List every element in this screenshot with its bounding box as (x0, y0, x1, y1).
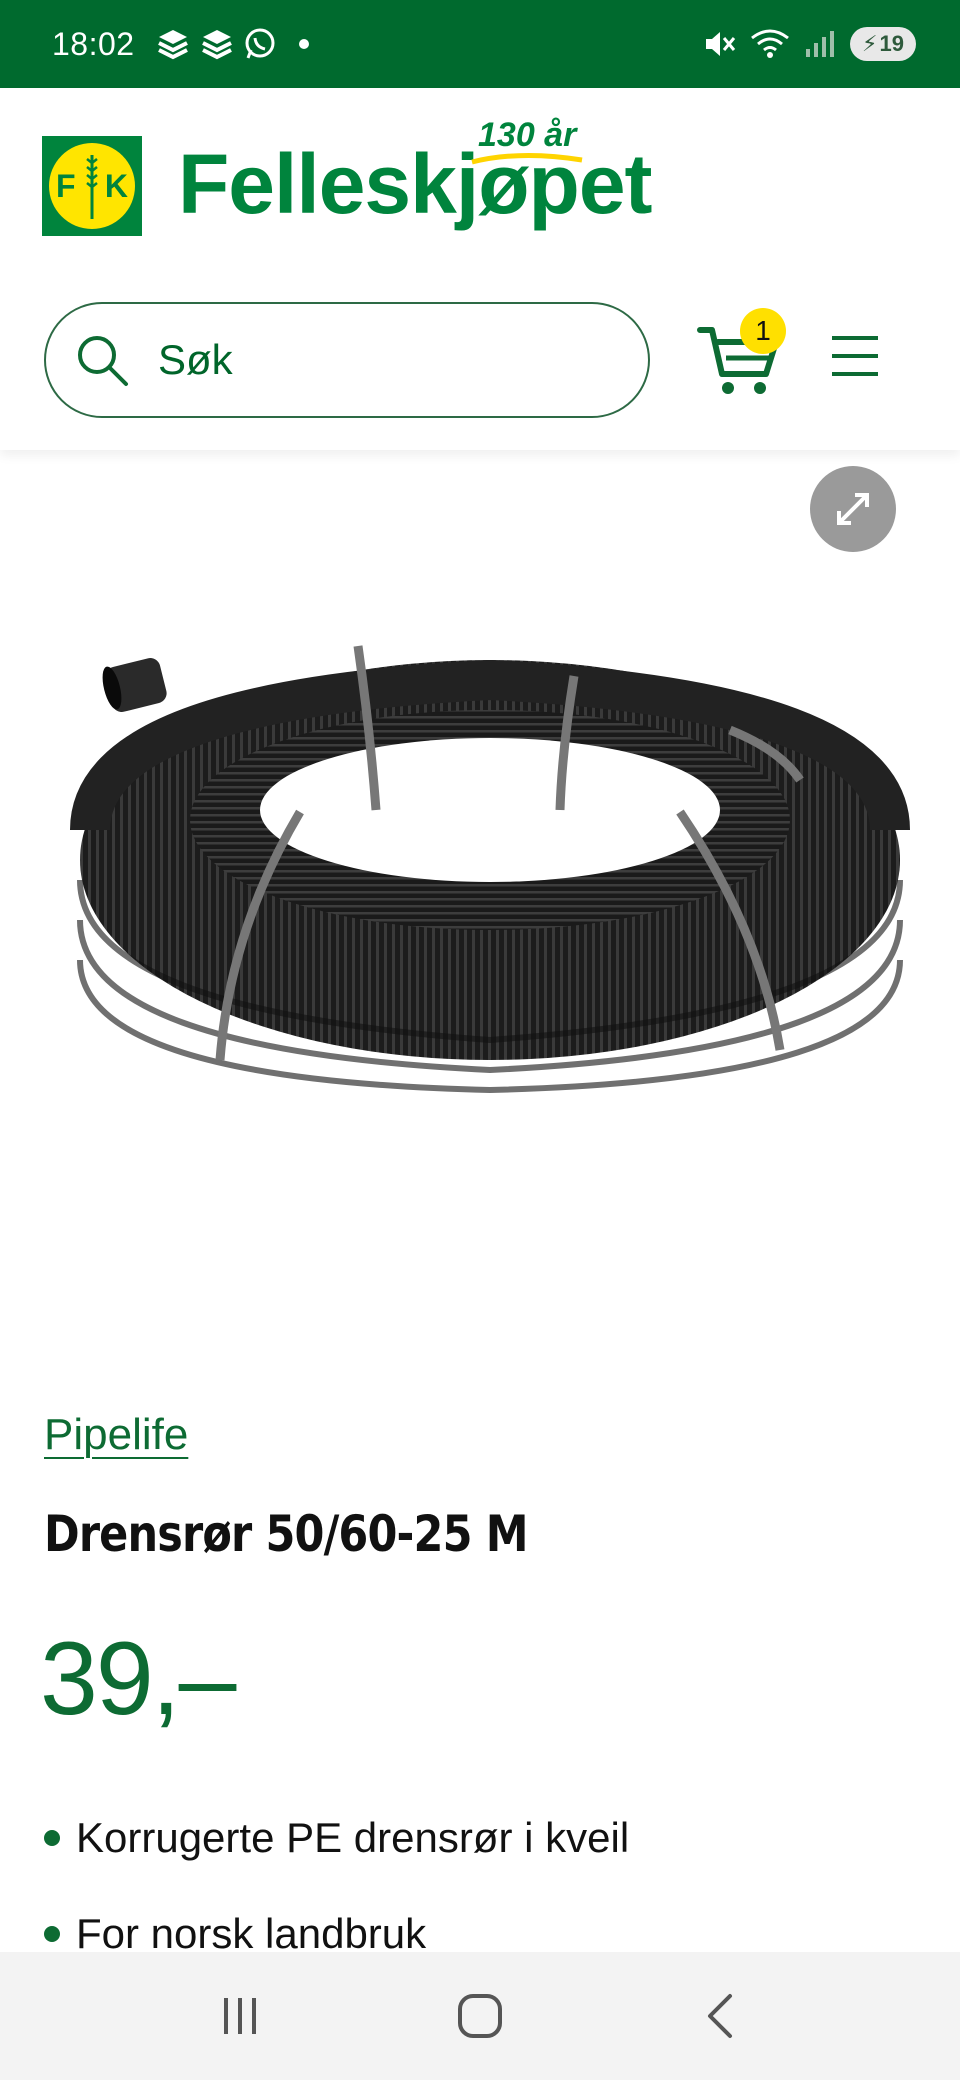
feature-text: Korrugerte PE drensrør i kveil (76, 1814, 630, 1861)
cart-count-badge: 1 (740, 308, 786, 354)
notification-icons (155, 27, 277, 61)
recent-apps-icon (224, 1998, 256, 2034)
product-image[interactable] (0, 450, 960, 1350)
expand-image-button[interactable] (810, 466, 896, 552)
expand-icon (837, 493, 869, 525)
search-icon (78, 336, 128, 386)
charging-icon: ⚡ (862, 31, 878, 56)
product-title: Drensrør 50/60-25 M (44, 1505, 529, 1563)
search-placeholder: Søk (158, 336, 233, 383)
bullet-icon (44, 1830, 60, 1846)
back-icon (708, 1994, 732, 2038)
wheat-icon (86, 155, 98, 219)
feature-item: Korrugerte PE drensrør i kveil (44, 1790, 629, 1886)
bullet-icon (44, 1926, 60, 1942)
logo-letter-right: K (104, 167, 128, 204)
mute-icon (706, 32, 736, 56)
product-price: 39,– (40, 1621, 236, 1737)
battery-level: 19 (879, 31, 904, 56)
anniversary-badge: 130 år (478, 116, 577, 154)
search-input[interactable]: Søk (44, 302, 650, 418)
system-nav-bar (0, 1952, 960, 2080)
site-header: F K Felleskjøpet 130 år Søk 1 (0, 88, 960, 450)
home-button[interactable] (440, 1976, 520, 2056)
feature-text: For norsk landbruk (76, 1910, 427, 1957)
wifi-icon (751, 29, 789, 58)
back-button[interactable] (680, 1976, 760, 2056)
anniversary-swoosh (471, 152, 583, 165)
home-icon (458, 1994, 502, 2038)
battery-indicator: ⚡ 19 (850, 27, 916, 61)
notification-dot (298, 39, 309, 49)
coiled-drain-pipe (70, 645, 910, 1094)
signal-icon (806, 31, 834, 57)
whatsapp-icon (245, 28, 275, 59)
stack-app-icon (201, 30, 232, 60)
recent-apps-button[interactable] (200, 1976, 280, 2056)
product-brand-link[interactable]: Pipelife (44, 1410, 188, 1460)
stack-app-icon (157, 30, 188, 60)
hamburger-menu-icon[interactable] (830, 334, 880, 378)
logo-emblem: F K (49, 143, 135, 229)
felleskjopet-logo[interactable]: F K (42, 136, 142, 236)
logo-letter-left: F (56, 167, 76, 204)
status-time: 18:02 (52, 25, 135, 62)
status-bar: 18:02 ⚡ 19 (0, 0, 960, 88)
